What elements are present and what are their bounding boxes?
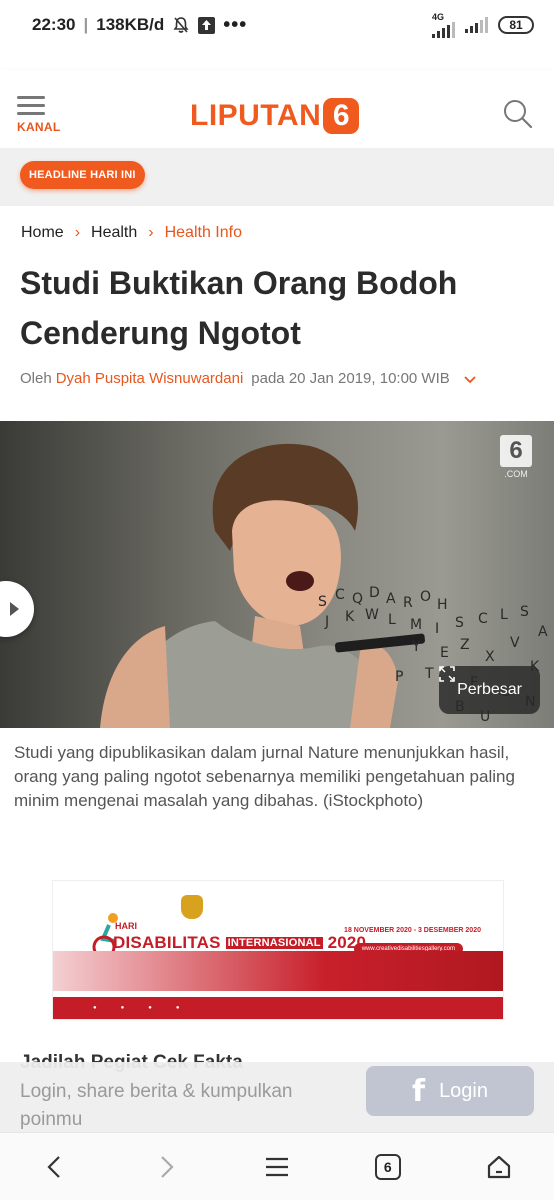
svg-text:T: T bbox=[424, 666, 434, 682]
headline-hari-ini-button[interactable]: HEADLINE HARI INI bbox=[20, 161, 145, 189]
article-byline: Oleh Dyah Puspita Wisnuwardani pada 20 J… bbox=[20, 370, 540, 387]
breadcrumb-health[interactable]: Health bbox=[91, 224, 137, 242]
battery-icon: 81 bbox=[498, 16, 534, 34]
back-button[interactable] bbox=[35, 1147, 75, 1187]
battery-level: 81 bbox=[509, 18, 523, 32]
svg-text:E: E bbox=[440, 645, 449, 661]
network-type: 4G bbox=[432, 11, 445, 22]
ad-social-icon: ● bbox=[175, 1005, 180, 1011]
ad-social-icon: ● bbox=[93, 1005, 97, 1011]
svg-text:S: S bbox=[520, 604, 529, 620]
watermark-suffix: .COM bbox=[504, 469, 528, 479]
facebook-login-button[interactable]: f Login bbox=[366, 1066, 534, 1116]
menu-icon bbox=[265, 1157, 288, 1176]
status-bar: 22:30 | 138KB/d ••• 4G 81 bbox=[0, 0, 554, 50]
headline-row: HEADLINE HARI INI bbox=[0, 148, 554, 206]
svg-text:Z: Z bbox=[460, 637, 470, 653]
ad-dates: 18 NOVEMBER 2020 - 3 DESEMBER 2020 bbox=[344, 927, 481, 934]
svg-text:S: S bbox=[318, 594, 327, 610]
forward-button[interactable] bbox=[146, 1147, 186, 1187]
article-image[interactable]: SCQD AROH JKWL MISC LSZX VKFE GNBU AYTP … bbox=[0, 421, 554, 728]
svg-text:J: J bbox=[324, 614, 329, 630]
search-button[interactable] bbox=[502, 98, 534, 130]
breadcrumb-health-info[interactable]: Health Info bbox=[165, 224, 242, 242]
ad-social-icon: ● bbox=[148, 1005, 152, 1011]
svg-text:X: X bbox=[485, 649, 495, 665]
browser-nav-bar: 6 bbox=[0, 1132, 554, 1200]
ad-social-icon: ● bbox=[120, 1005, 125, 1011]
hamburger-icon bbox=[17, 96, 67, 115]
svg-text:Q: Q bbox=[352, 591, 363, 607]
svg-text:C: C bbox=[478, 611, 488, 627]
ad-wave-decoration bbox=[53, 951, 503, 991]
svg-text:W: W bbox=[365, 607, 379, 623]
chevron-right-icon bbox=[161, 1155, 174, 1178]
svg-text:R: R bbox=[403, 595, 413, 611]
play-left-icon bbox=[10, 602, 19, 616]
byline-prefix: Oleh bbox=[20, 370, 52, 387]
enlarge-button[interactable]: Perbesar bbox=[439, 666, 540, 714]
ad-footer: ● ● ● ● bbox=[53, 997, 503, 1019]
signal-icon-2 bbox=[465, 17, 488, 33]
svg-text:S: S bbox=[455, 615, 464, 631]
author-link[interactable]: Dyah Puspita Wisnuwardani bbox=[56, 370, 244, 387]
svg-text:A: A bbox=[386, 591, 396, 607]
svg-text:V: V bbox=[510, 635, 520, 651]
breadcrumb: Home › Health › Health Info bbox=[21, 224, 242, 242]
upload-icon bbox=[198, 16, 216, 34]
ad-banner[interactable]: HARI DISABILITAS INTERNASIONAL 2020 18 N… bbox=[52, 880, 504, 1020]
chevron-left-icon bbox=[47, 1155, 61, 1178]
breadcrumb-home[interactable]: Home bbox=[21, 224, 64, 242]
svg-text:I: I bbox=[435, 621, 439, 637]
kanal-menu-button[interactable]: KANAL bbox=[17, 96, 67, 136]
svg-text:A: A bbox=[538, 624, 548, 640]
image-caption: Studi yang dipublikasikan dalam jurnal N… bbox=[14, 743, 515, 810]
svg-text:K: K bbox=[345, 609, 355, 625]
svg-text:Y: Y bbox=[411, 639, 421, 655]
breadcrumb-separator-icon: › bbox=[74, 224, 81, 241]
ad-title: DISABILITAS INTERNASIONAL 2020 bbox=[113, 933, 366, 953]
site-header: KANAL LIPUTAN 6 bbox=[0, 70, 554, 148]
tabs-button[interactable]: 6 bbox=[368, 1147, 408, 1187]
more-dots-icon: ••• bbox=[223, 14, 248, 36]
menu-button[interactable] bbox=[257, 1147, 297, 1187]
status-time: 22:30 bbox=[32, 15, 76, 34]
ad-hari: HARI bbox=[115, 921, 137, 931]
login-prompt-message: Login, share berita & kumpulkan poinmu bbox=[20, 1081, 293, 1130]
garuda-emblem-icon bbox=[181, 895, 203, 919]
signal-icon bbox=[432, 21, 455, 38]
chevron-down-icon[interactable] bbox=[462, 371, 478, 387]
mute-bell-icon bbox=[173, 17, 189, 33]
liputan6-watermark: 6 .COM bbox=[500, 435, 532, 479]
expand-icon bbox=[439, 666, 455, 682]
watermark-digit: 6 bbox=[500, 435, 532, 467]
publish-date: pada 20 Jan 2019, 10:00 WIB bbox=[251, 370, 450, 387]
svg-text:O: O bbox=[420, 589, 431, 605]
svg-text:D: D bbox=[369, 585, 380, 601]
login-prompt-bar: Login, share berita & kumpulkan poinmu f… bbox=[0, 1062, 554, 1132]
ad-title-main: DISABILITAS bbox=[113, 933, 221, 952]
login-button-label: Login bbox=[439, 1079, 488, 1102]
status-speed: 138KB/d bbox=[96, 15, 165, 34]
home-icon bbox=[487, 1155, 510, 1178]
svg-text:M: M bbox=[410, 617, 422, 633]
svg-text:P: P bbox=[395, 669, 403, 685]
breadcrumb-separator-icon: › bbox=[148, 224, 154, 241]
kanal-label: KANAL bbox=[17, 120, 61, 134]
site-logo[interactable]: LIPUTAN 6 bbox=[190, 98, 360, 134]
ad-title-intl: INTERNASIONAL bbox=[225, 937, 323, 949]
svg-text:L: L bbox=[388, 612, 396, 628]
article-title: Studi Buktikan Orang Bodoh Cenderung Ngo… bbox=[20, 265, 458, 351]
facebook-icon: f bbox=[412, 1073, 426, 1109]
svg-text:C: C bbox=[335, 587, 345, 603]
home-button[interactable] bbox=[479, 1147, 519, 1187]
svg-text:L: L bbox=[500, 607, 508, 623]
logo-digit: 6 bbox=[323, 98, 360, 134]
svg-text:H: H bbox=[437, 597, 448, 613]
enlarge-label: Perbesar bbox=[457, 681, 522, 698]
search-icon bbox=[504, 100, 533, 129]
tab-count: 6 bbox=[374, 1153, 401, 1180]
logo-text: LIPUTAN bbox=[190, 99, 322, 132]
